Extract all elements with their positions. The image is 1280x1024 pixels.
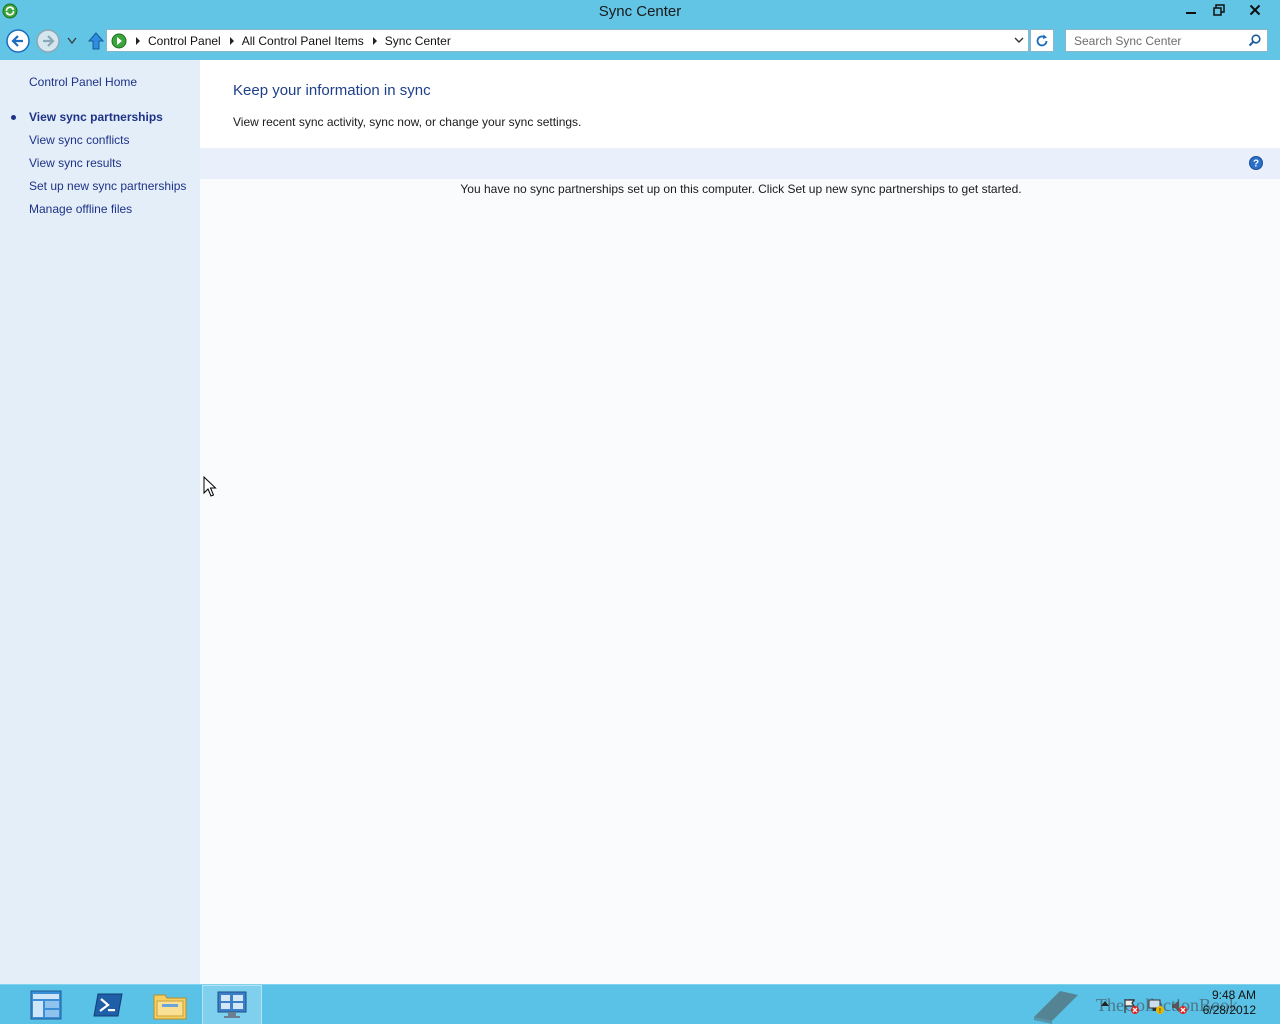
network-icon[interactable]: ! — [1147, 997, 1165, 1015]
speaker-icon[interactable] — [1170, 997, 1188, 1015]
window-title: Sync Center — [598, 3, 682, 20]
restore-icon — [1212, 4, 1225, 16]
breadcrumb-all-items[interactable]: All Control Panel Items — [242, 34, 364, 48]
file-explorer-icon — [153, 994, 187, 1020]
action-center-flag-icon[interactable] — [1122, 997, 1140, 1015]
taskbar-powershell[interactable] — [78, 985, 138, 1024]
control-panel-icon — [217, 991, 247, 1018]
active-bullet-icon — [11, 115, 16, 120]
address-bar[interactable]: Control Panel All Control Panel Items Sy… — [106, 29, 1029, 52]
forward-button[interactable] — [35, 28, 61, 54]
task-list: View sync partnerships View sync conflic… — [0, 110, 200, 225]
taskbar-server-manager[interactable] — [16, 985, 76, 1024]
refresh-button[interactable] — [1030, 29, 1054, 52]
task-label: Set up new sync partnerships — [29, 179, 187, 193]
back-button[interactable] — [5, 28, 31, 54]
clock-time: 9:48 AM — [1211, 988, 1256, 1002]
navigation-bar: Control Panel All Control Panel Items Sy… — [0, 22, 1280, 60]
up-arrow-icon — [87, 32, 105, 50]
minimize-icon — [1185, 12, 1196, 14]
show-hidden-icons-icon[interactable] — [1100, 999, 1110, 1007]
control-panel-home-link[interactable]: Control Panel Home — [29, 75, 137, 89]
back-arrow-icon — [6, 29, 30, 53]
restore-button[interactable] — [1205, 0, 1232, 20]
close-button[interactable] — [1233, 0, 1277, 20]
server-manager-icon — [30, 990, 62, 1020]
recent-locations-button[interactable] — [64, 28, 80, 54]
clock-date: 6/28/2012 — [1202, 1003, 1256, 1017]
empty-state-message: You have no sync partnerships set up on … — [460, 182, 1022, 196]
mouse-cursor-icon — [203, 476, 217, 497]
minimize-button[interactable] — [1177, 0, 1204, 20]
breadcrumb-separator[interactable] — [229, 36, 234, 45]
address-dropdown-icon[interactable] — [1014, 35, 1024, 45]
help-icon[interactable]: ? — [1249, 156, 1263, 170]
forward-arrow-icon — [36, 29, 60, 53]
partnership-list-area: You have no sync partnerships set up on … — [200, 179, 1280, 984]
task-label: View sync results — [29, 156, 122, 170]
search-icon[interactable] — [1248, 34, 1261, 47]
search-input[interactable] — [1074, 33, 1239, 48]
task-set-up-new-sync-partnerships[interactable]: Set up new sync partnerships — [0, 179, 200, 202]
taskbar-control-panel[interactable] — [202, 985, 262, 1024]
task-label: Manage offline files — [29, 202, 133, 216]
task-view-sync-conflicts[interactable]: View sync conflicts — [0, 133, 200, 156]
task-label: View sync partnerships — [29, 110, 163, 124]
powershell-icon — [93, 993, 123, 1017]
svg-text:!: ! — [1159, 1008, 1161, 1015]
taskbar-file-explorer[interactable] — [140, 985, 200, 1024]
task-manage-offline-files[interactable]: Manage offline files — [0, 202, 200, 225]
breadcrumb-control-panel[interactable]: Control Panel — [148, 34, 221, 48]
task-view-sync-partnerships[interactable]: View sync partnerships — [0, 110, 200, 133]
title-bar: Sync Center — [0, 0, 1280, 22]
sync-center-location-icon — [111, 33, 127, 48]
main-content: Keep your information in sync View recen… — [200, 60, 1280, 984]
breadcrumb-separator[interactable] — [372, 36, 377, 45]
page-subtitle: View recent sync activity, sync now, or … — [233, 115, 582, 129]
breadcrumb-sync-center[interactable]: Sync Center — [385, 34, 451, 48]
search-box[interactable] — [1065, 29, 1268, 52]
book-icon — [1034, 991, 1078, 1024]
breadcrumb-separator[interactable] — [136, 36, 140, 45]
system-clock[interactable]: 9:48 AM 6/28/2012 — [1203, 988, 1256, 1018]
chevron-down-icon — [67, 37, 77, 44]
toolbar-band: ? — [200, 148, 1280, 179]
taskbar: TheCollectionBook ! 9:48 AM 6/28/2012 — [0, 984, 1280, 1024]
svg-text:?: ? — [1253, 159, 1259, 170]
refresh-icon — [1036, 34, 1048, 46]
page-title: Keep your information in sync — [233, 82, 431, 99]
left-task-pane: Control Panel Home View sync partnership… — [0, 60, 200, 984]
close-icon — [1249, 4, 1261, 16]
task-view-sync-results[interactable]: View sync results — [0, 156, 200, 179]
task-label: View sync conflicts — [29, 133, 130, 147]
